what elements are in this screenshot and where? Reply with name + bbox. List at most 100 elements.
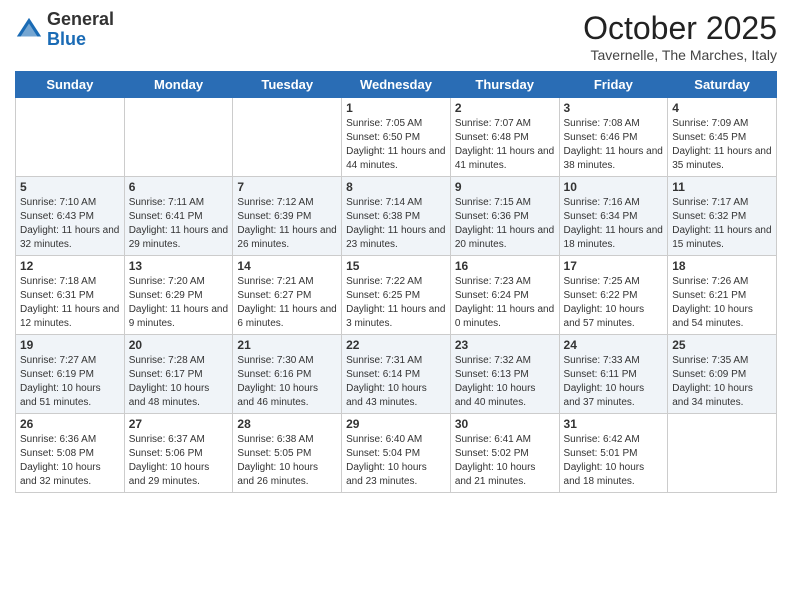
day-info: Sunrise: 7:23 AM Sunset: 6:24 PM Dayligh… <box>455 275 555 331</box>
calendar-cell: 5 Sunrise: 7:10 AM Sunset: 6:43 PM Daylig… <box>16 177 125 256</box>
calendar-cell: 13Sunrise: 7:20 AM Sunset: 6:29 PM Dayli… <box>124 256 233 335</box>
day-number: 8 <box>346 180 446 194</box>
day-number: 7 <box>237 180 337 194</box>
day-info: Sunrise: 7:08 AM Sunset: 6:46 PM Dayligh… <box>564 117 664 173</box>
day-info: Sunrise: 7:21 AM Sunset: 6:27 PM Dayligh… <box>237 275 337 331</box>
day-info: Sunrise: 7:09 AM Sunset: 6:45 PM Dayligh… <box>672 117 772 173</box>
day-number: 23 <box>455 338 555 352</box>
day-info: Sunrise: 6:36 AM Sunset: 5:08 PM Dayligh… <box>20 433 120 489</box>
location-subtitle: Tavernelle, The Marches, Italy <box>583 47 777 63</box>
day-number: 20 <box>129 338 229 352</box>
calendar-cell: 21Sunrise: 7:30 AM Sunset: 6:16 PM Dayli… <box>233 335 342 414</box>
calendar-week-5: 26 Sunrise: 6:36 AM Sunset: 5:08 PM Dayli… <box>16 414 777 493</box>
logo-general: General <box>47 10 114 30</box>
day-number: 13 <box>129 259 229 273</box>
calendar-cell: 14 Sunrise: 7:21 AM Sunset: 6:27 PM Dayli… <box>233 256 342 335</box>
day-info: Sunrise: 7:17 AM Sunset: 6:32 PM Dayligh… <box>672 196 772 252</box>
day-number: 14 <box>237 259 337 273</box>
day-number: 11 <box>672 180 772 194</box>
day-info: Sunrise: 7:10 AM Sunset: 6:43 PM Dayligh… <box>20 196 120 252</box>
day-header-monday: Monday <box>124 72 233 98</box>
calendar-cell: 1 Sunrise: 7:05 AM Sunset: 6:50 PM Daylig… <box>342 98 451 177</box>
day-number: 24 <box>564 338 664 352</box>
calendar-cell: 16 Sunrise: 7:23 AM Sunset: 6:24 PM Dayli… <box>450 256 559 335</box>
day-info: Sunrise: 7:31 AM Sunset: 6:14 PM Dayligh… <box>346 354 446 410</box>
page-container: General Blue October 2025 Tavernelle, Th… <box>0 0 792 503</box>
calendar-cell: 15Sunrise: 7:22 AM Sunset: 6:25 PM Dayli… <box>342 256 451 335</box>
day-number: 30 <box>455 417 555 431</box>
day-number: 18 <box>672 259 772 273</box>
calendar-cell: 29 Sunrise: 6:40 AM Sunset: 5:04 PM Dayli… <box>342 414 451 493</box>
logo: General Blue <box>15 10 114 50</box>
day-info: Sunrise: 7:28 AM Sunset: 6:17 PM Dayligh… <box>129 354 229 410</box>
calendar-header-row: SundayMondayTuesdayWednesdayThursdayFrid… <box>16 72 777 98</box>
day-info: Sunrise: 7:12 AM Sunset: 6:39 PM Dayligh… <box>237 196 337 252</box>
calendar-cell: 7 Sunrise: 7:12 AM Sunset: 6:39 PM Daylig… <box>233 177 342 256</box>
day-info: Sunrise: 7:16 AM Sunset: 6:34 PM Dayligh… <box>564 196 664 252</box>
day-header-friday: Friday <box>559 72 668 98</box>
logo-text: General Blue <box>47 10 114 50</box>
calendar-cell <box>668 414 777 493</box>
day-number: 31 <box>564 417 664 431</box>
logo-blue: Blue <box>47 30 114 50</box>
day-info: Sunrise: 7:25 AM Sunset: 6:22 PM Dayligh… <box>564 275 664 331</box>
day-header-wednesday: Wednesday <box>342 72 451 98</box>
calendar-cell: 28Sunrise: 6:38 AM Sunset: 5:05 PM Dayli… <box>233 414 342 493</box>
calendar-week-3: 12Sunrise: 7:18 AM Sunset: 6:31 PM Dayli… <box>16 256 777 335</box>
day-number: 25 <box>672 338 772 352</box>
day-info: Sunrise: 7:30 AM Sunset: 6:16 PM Dayligh… <box>237 354 337 410</box>
calendar-cell: 31 Sunrise: 6:42 AM Sunset: 5:01 PM Dayli… <box>559 414 668 493</box>
day-info: Sunrise: 6:42 AM Sunset: 5:01 PM Dayligh… <box>564 433 664 489</box>
calendar-cell: 30 Sunrise: 6:41 AM Sunset: 5:02 PM Dayli… <box>450 414 559 493</box>
calendar-cell: 19Sunrise: 7:27 AM Sunset: 6:19 PM Dayli… <box>16 335 125 414</box>
day-number: 27 <box>129 417 229 431</box>
calendar-cell: 25Sunrise: 7:35 AM Sunset: 6:09 PM Dayli… <box>668 335 777 414</box>
day-info: Sunrise: 7:32 AM Sunset: 6:13 PM Dayligh… <box>455 354 555 410</box>
month-title: October 2025 <box>583 10 777 47</box>
day-info: Sunrise: 6:37 AM Sunset: 5:06 PM Dayligh… <box>129 433 229 489</box>
day-info: Sunrise: 7:05 AM Sunset: 6:50 PM Dayligh… <box>346 117 446 173</box>
calendar-cell <box>233 98 342 177</box>
day-info: Sunrise: 7:15 AM Sunset: 6:36 PM Dayligh… <box>455 196 555 252</box>
calendar-cell <box>16 98 125 177</box>
calendar-week-2: 5 Sunrise: 7:10 AM Sunset: 6:43 PM Daylig… <box>16 177 777 256</box>
calendar-cell: 2Sunrise: 7:07 AM Sunset: 6:48 PM Daylig… <box>450 98 559 177</box>
day-number: 26 <box>20 417 120 431</box>
day-number: 1 <box>346 101 446 115</box>
day-number: 17 <box>564 259 664 273</box>
day-number: 10 <box>564 180 664 194</box>
day-number: 4 <box>672 101 772 115</box>
day-number: 2 <box>455 101 555 115</box>
calendar-cell: 8Sunrise: 7:14 AM Sunset: 6:38 PM Daylig… <box>342 177 451 256</box>
day-info: Sunrise: 6:41 AM Sunset: 5:02 PM Dayligh… <box>455 433 555 489</box>
calendar-cell: 6 Sunrise: 7:11 AM Sunset: 6:41 PM Daylig… <box>124 177 233 256</box>
calendar-cell: 23 Sunrise: 7:32 AM Sunset: 6:13 PM Dayli… <box>450 335 559 414</box>
day-number: 16 <box>455 259 555 273</box>
calendar-cell: 12Sunrise: 7:18 AM Sunset: 6:31 PM Dayli… <box>16 256 125 335</box>
calendar-cell: 4 Sunrise: 7:09 AM Sunset: 6:45 PM Daylig… <box>668 98 777 177</box>
calendar-cell: 17 Sunrise: 7:25 AM Sunset: 6:22 PM Dayli… <box>559 256 668 335</box>
day-number: 29 <box>346 417 446 431</box>
day-info: Sunrise: 7:18 AM Sunset: 6:31 PM Dayligh… <box>20 275 120 331</box>
calendar-cell: 11 Sunrise: 7:17 AM Sunset: 6:32 PM Dayli… <box>668 177 777 256</box>
day-header-thursday: Thursday <box>450 72 559 98</box>
day-number: 6 <box>129 180 229 194</box>
calendar-cell: 20 Sunrise: 7:28 AM Sunset: 6:17 PM Dayli… <box>124 335 233 414</box>
day-number: 9 <box>455 180 555 194</box>
day-number: 15 <box>346 259 446 273</box>
day-header-tuesday: Tuesday <box>233 72 342 98</box>
day-info: Sunrise: 6:40 AM Sunset: 5:04 PM Dayligh… <box>346 433 446 489</box>
day-info: Sunrise: 6:38 AM Sunset: 5:05 PM Dayligh… <box>237 433 337 489</box>
calendar-cell: 9 Sunrise: 7:15 AM Sunset: 6:36 PM Daylig… <box>450 177 559 256</box>
calendar-week-1: 1 Sunrise: 7:05 AM Sunset: 6:50 PM Daylig… <box>16 98 777 177</box>
calendar-cell: 24 Sunrise: 7:33 AM Sunset: 6:11 PM Dayli… <box>559 335 668 414</box>
calendar-cell: 3Sunrise: 7:08 AM Sunset: 6:46 PM Daylig… <box>559 98 668 177</box>
day-number: 5 <box>20 180 120 194</box>
day-info: Sunrise: 7:33 AM Sunset: 6:11 PM Dayligh… <box>564 354 664 410</box>
title-block: October 2025 Tavernelle, The Marches, It… <box>583 10 777 63</box>
logo-icon <box>15 16 43 44</box>
day-info: Sunrise: 7:11 AM Sunset: 6:41 PM Dayligh… <box>129 196 229 252</box>
day-number: 22 <box>346 338 446 352</box>
calendar-week-4: 19Sunrise: 7:27 AM Sunset: 6:19 PM Dayli… <box>16 335 777 414</box>
header: General Blue October 2025 Tavernelle, Th… <box>15 10 777 63</box>
